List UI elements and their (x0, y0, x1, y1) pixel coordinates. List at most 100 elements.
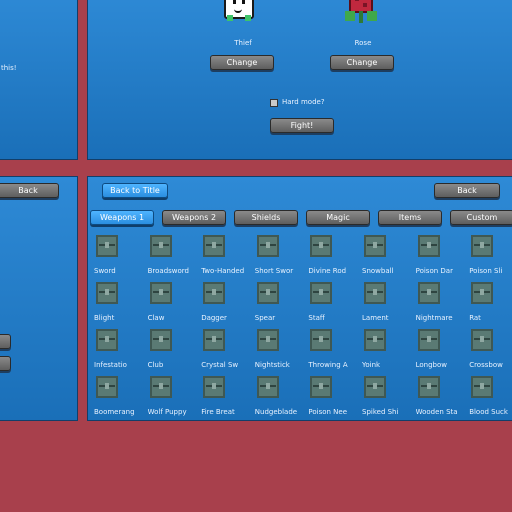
item-slot[interactable]: Fire Breat (201, 376, 253, 420)
item-name: Longbow (415, 361, 447, 369)
item-slot[interactable]: Short Swor (255, 235, 307, 281)
chest-icon (149, 235, 172, 257)
hard-mode-checkbox[interactable] (270, 99, 278, 107)
left-panel: Back (0, 176, 78, 421)
item-name: Boomerang (94, 408, 135, 416)
item-slot[interactable]: Poison Sli (469, 235, 512, 281)
item-name: Poison Nee (308, 408, 348, 416)
item-slot[interactable]: Blight (94, 282, 146, 328)
item-name: Nudgeblade (254, 408, 298, 416)
chest-icon (203, 376, 226, 398)
item-name: Crystal Sw (201, 361, 239, 369)
rose-sprite (345, 0, 377, 27)
item-slot[interactable]: Staff (308, 282, 360, 328)
item-slot[interactable]: Snowball (362, 235, 414, 281)
item-slot[interactable]: Club (148, 329, 200, 375)
back-button[interactable]: Back (434, 183, 500, 198)
item-slot[interactable]: Infestatio (94, 329, 146, 375)
change-thief-button[interactable]: Change (210, 55, 274, 70)
tab-items[interactable]: Items (378, 210, 442, 225)
chest-icon (310, 329, 333, 351)
item-slot[interactable]: Throwing A (308, 329, 360, 375)
item-name: Short Swor (254, 267, 294, 275)
tab-shields[interactable]: Shields (234, 210, 298, 225)
chest-icon (471, 329, 494, 351)
item-name: Spear (254, 314, 276, 322)
panel-text: this! (1, 64, 17, 72)
item-slot[interactable]: Crystal Sw (201, 329, 253, 375)
tab-weapons-2[interactable]: Weapons 2 (162, 210, 226, 225)
chest-icon (417, 282, 440, 304)
chest-icon (149, 282, 172, 304)
thief-sprite (224, 0, 254, 27)
back-to-title-button[interactable]: Back to Title (102, 183, 168, 198)
item-name: Nightstick (254, 361, 290, 369)
item-slot[interactable]: Blood Suck (469, 376, 512, 420)
item-name: Divine Rod (308, 267, 347, 275)
item-name: Wooden Sta (415, 408, 458, 416)
item-name: Lament (362, 314, 389, 322)
item-slot[interactable]: Spiked Shi (362, 376, 414, 420)
fight-button[interactable]: Fight! (270, 118, 334, 133)
item-slot[interactable]: Two-Handed (201, 235, 253, 281)
item-name: Nightmare (415, 314, 453, 322)
item-name: Fire Breat (201, 408, 235, 416)
item-slot[interactable]: Broadsword (148, 235, 200, 281)
item-slot[interactable]: Nightmare (416, 282, 468, 328)
item-slot[interactable]: Spear (255, 282, 307, 328)
item-slot[interactable]: Claw (148, 282, 200, 328)
chest-icon (417, 376, 440, 398)
item-name: Two-Handed (201, 267, 245, 275)
item-name: Claw (147, 314, 165, 322)
hard-mode-label: Hard mode? (282, 98, 325, 106)
partial-button[interactable] (0, 334, 11, 349)
item-slot[interactable]: Nightstick (255, 329, 307, 375)
item-name: Infestatio (94, 361, 127, 369)
chest-icon (471, 282, 494, 304)
item-slot[interactable]: Sword (94, 235, 146, 281)
item-name: Poison Dar (415, 267, 453, 275)
chest-icon (364, 282, 386, 304)
item-slot[interactable]: Lament (362, 282, 414, 328)
item-slot[interactable]: Crossbow (469, 329, 512, 375)
item-name: Crossbow (469, 361, 503, 369)
item-name: Club (147, 361, 164, 369)
chest-icon (310, 235, 333, 257)
tab-custom[interactable]: Custom (450, 210, 512, 225)
chest-icon (149, 376, 172, 398)
item-browser-panel: Back to Title Back Weapons 1 Weapons 2 Shi… (87, 176, 512, 421)
chest-icon (96, 376, 118, 398)
chest-icon (256, 376, 279, 398)
item-name: Spiked Shi (362, 408, 399, 416)
change-rose-button[interactable]: Change (330, 55, 394, 70)
character-name-thief: Thief (234, 39, 252, 47)
item-slot[interactable]: Nudgeblade (254, 376, 307, 420)
chest-icon (149, 329, 172, 351)
chest-icon (256, 282, 279, 304)
item-slot[interactable]: Boomerang (94, 376, 146, 420)
item-name: Dagger (201, 314, 227, 322)
chest-icon (256, 235, 279, 257)
chest-icon (203, 282, 226, 304)
item-name: Staff (308, 314, 325, 322)
item-slot[interactable]: Dagger (201, 282, 253, 328)
item-name: Rat (469, 314, 481, 322)
item-slot[interactable]: Poison Dar (416, 235, 468, 281)
item-name: Wolf Puppy (147, 408, 187, 416)
item-slot[interactable]: Wolf Puppy (147, 376, 200, 420)
item-slot[interactable]: Rat (469, 282, 512, 328)
tab-magic[interactable]: Magic (306, 210, 370, 225)
item-slot[interactable]: Yoink (362, 329, 414, 375)
item-name: Blood Suck (469, 408, 508, 416)
partial-button[interactable] (0, 356, 11, 371)
chest-icon (471, 235, 494, 257)
item-name: Sword (94, 267, 116, 275)
chest-icon (364, 235, 386, 257)
tab-weapons-1[interactable]: Weapons 1 (90, 210, 154, 225)
item-slot[interactable]: Wooden Sta (415, 376, 468, 420)
item-slot[interactable]: Longbow (416, 329, 468, 375)
item-slot[interactable]: Poison Nee (308, 376, 360, 420)
back-button-left[interactable]: Back (0, 183, 59, 198)
chest-icon (417, 329, 440, 351)
item-slot[interactable]: Divine Rod (308, 235, 360, 281)
